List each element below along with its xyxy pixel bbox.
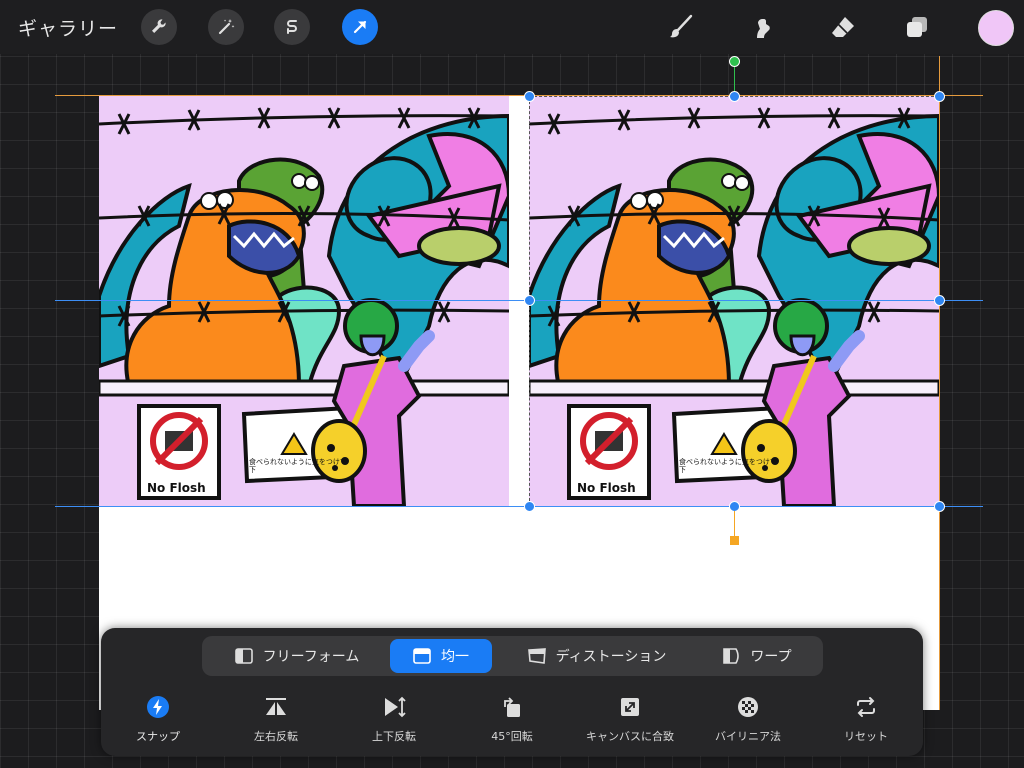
rotate-45-button[interactable]: 45°回転 (457, 694, 567, 744)
rotate-45-icon (499, 694, 525, 720)
reset-icon (853, 694, 879, 720)
comic-image-right: No Flosh 食べられないように気をつけて下 (529, 96, 939, 506)
mode-distort[interactable]: ディストーション (507, 639, 687, 673)
top-toolbar: ギャラリー (0, 0, 1024, 54)
fit-to-canvas-button[interactable]: キャンバスに合致 (575, 694, 685, 744)
handle-bottom-left[interactable] (524, 501, 535, 512)
canvas-edge-guide-right (939, 56, 940, 710)
brush-icon[interactable] (664, 10, 698, 44)
handle-middle-left[interactable] (524, 295, 535, 306)
skew-handle-stem (734, 511, 735, 537)
flip-vertical-icon (381, 694, 407, 720)
handle-top-center[interactable] (729, 91, 740, 102)
layers-icon[interactable] (900, 10, 934, 44)
snap-button[interactable]: スナップ (103, 694, 213, 744)
transform-mode-segmented-control: フリーフォーム 均一 ディストーション ワープ (202, 636, 823, 676)
snap-guide-bottom (55, 506, 983, 507)
reset-button[interactable]: リセット (811, 694, 921, 744)
color-swatch[interactable] (978, 10, 1014, 46)
snap-guide-middle (55, 300, 983, 301)
bilinear-button[interactable]: バイリニア法 (693, 694, 803, 744)
mode-uniform[interactable]: 均一 (390, 639, 492, 673)
eraser-icon[interactable] (826, 10, 860, 44)
mode-warp[interactable]: ワープ (702, 639, 812, 673)
distort-icon (527, 648, 546, 664)
flip-vertical-button[interactable]: 上下反転 (339, 694, 449, 744)
magic-wand-icon[interactable] (208, 9, 244, 45)
snap-icon (145, 694, 171, 720)
comic-image-left: No Flosh 食べられないように気をつけて下 (99, 96, 509, 506)
arrow-transform-icon[interactable] (342, 9, 378, 45)
rotation-handle[interactable] (729, 56, 740, 67)
wrench-icon[interactable] (141, 9, 177, 45)
no-flash-sign-text: No Flosh (577, 481, 636, 495)
transform-panel: フリーフォーム 均一 ディストーション ワープ スナップ 左右反転 上下反転 4… (101, 628, 923, 756)
freeform-icon (234, 648, 253, 664)
selection-s-icon[interactable] (274, 9, 310, 45)
gallery-button[interactable]: ギャラリー (18, 14, 118, 41)
warning-sign-text: 食べられないように気をつけて下 (249, 458, 347, 474)
flip-horizontal-icon (263, 694, 289, 720)
handle-top-right[interactable] (934, 91, 945, 102)
flip-horizontal-button[interactable]: 左右反転 (221, 694, 331, 744)
uniform-icon (413, 648, 431, 664)
warning-sign-text: 食べられないように気をつけて下 (679, 458, 777, 474)
handle-top-left[interactable] (524, 91, 535, 102)
fit-to-canvas-icon (617, 694, 643, 720)
warp-icon (723, 648, 740, 664)
skew-handle[interactable] (730, 536, 739, 545)
smudge-icon[interactable] (746, 10, 780, 44)
handle-middle-right[interactable] (934, 295, 945, 306)
handle-bottom-right[interactable] (934, 501, 945, 512)
no-flash-sign-text: No Flosh (147, 481, 206, 495)
mode-freeform[interactable]: フリーフォーム (212, 639, 382, 673)
bilinear-icon (735, 694, 761, 720)
